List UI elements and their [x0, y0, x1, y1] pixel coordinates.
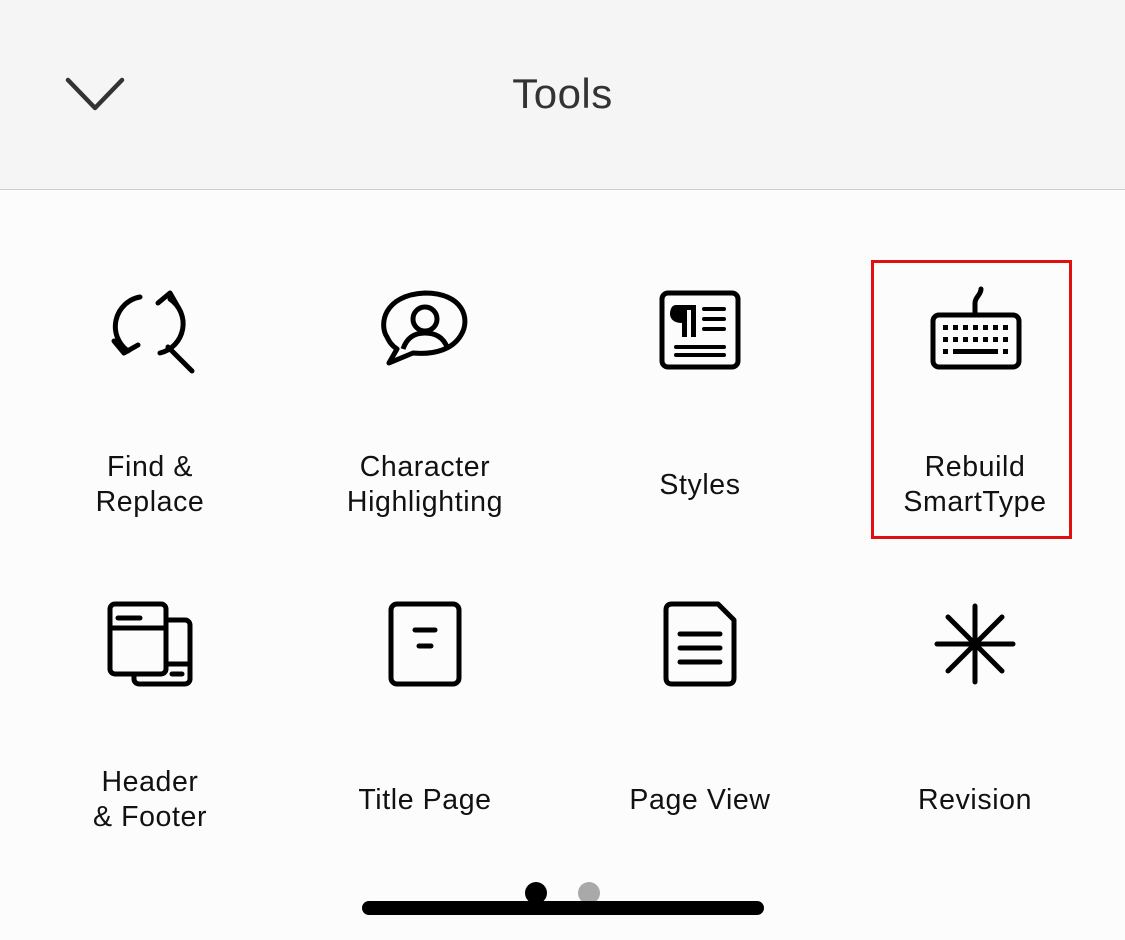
tool-character-highlighting[interactable]: Character Highlighting [325, 285, 525, 555]
find-replace-icon [100, 285, 200, 385]
tools-header: Tools [0, 0, 1125, 190]
title-page-icon [375, 600, 475, 700]
tool-title-page[interactable]: Title Page [325, 600, 525, 870]
tool-header-footer[interactable]: Header & Footer [50, 600, 250, 870]
page-title: Tools [512, 70, 613, 117]
tool-label: Page View [629, 783, 771, 816]
tool-label: Rebuild SmartType [903, 451, 1047, 518]
tool-find-replace[interactable]: Find & Replace [50, 285, 250, 555]
tool-page-view[interactable]: Page View [600, 600, 800, 870]
page-view-icon [650, 600, 750, 700]
tools-grid: Find & Replace Character Highlighting St… [0, 190, 1125, 890]
tool-label: Find & Replace [95, 451, 205, 518]
tool-revision[interactable]: Revision [875, 600, 1075, 870]
asterisk-icon [925, 600, 1025, 700]
styles-icon [650, 285, 750, 385]
keyboard-icon [925, 285, 1025, 385]
tool-label: Header & Footer [92, 766, 208, 833]
tool-styles[interactable]: Styles [600, 285, 800, 555]
character-highlight-icon [375, 285, 475, 385]
home-indicator-bar[interactable] [362, 901, 764, 915]
tool-rebuild-smarttype[interactable]: Rebuild SmartType [875, 285, 1075, 555]
header-footer-icon [100, 600, 200, 700]
tool-label: Styles [659, 468, 741, 501]
tool-label: Character Highlighting [346, 451, 504, 518]
tool-label: Title Page [358, 783, 492, 816]
tool-label: Revision [917, 783, 1033, 816]
